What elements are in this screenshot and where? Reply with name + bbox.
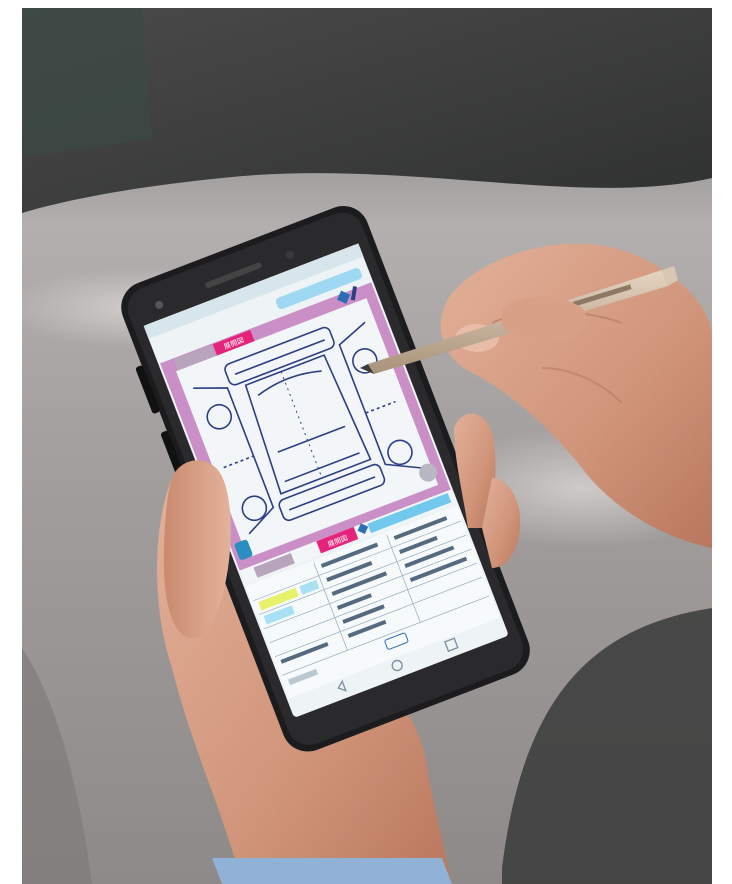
photo: 展開図 展開図 — [22, 8, 712, 884]
stylus-fingers — [502, 296, 586, 341]
